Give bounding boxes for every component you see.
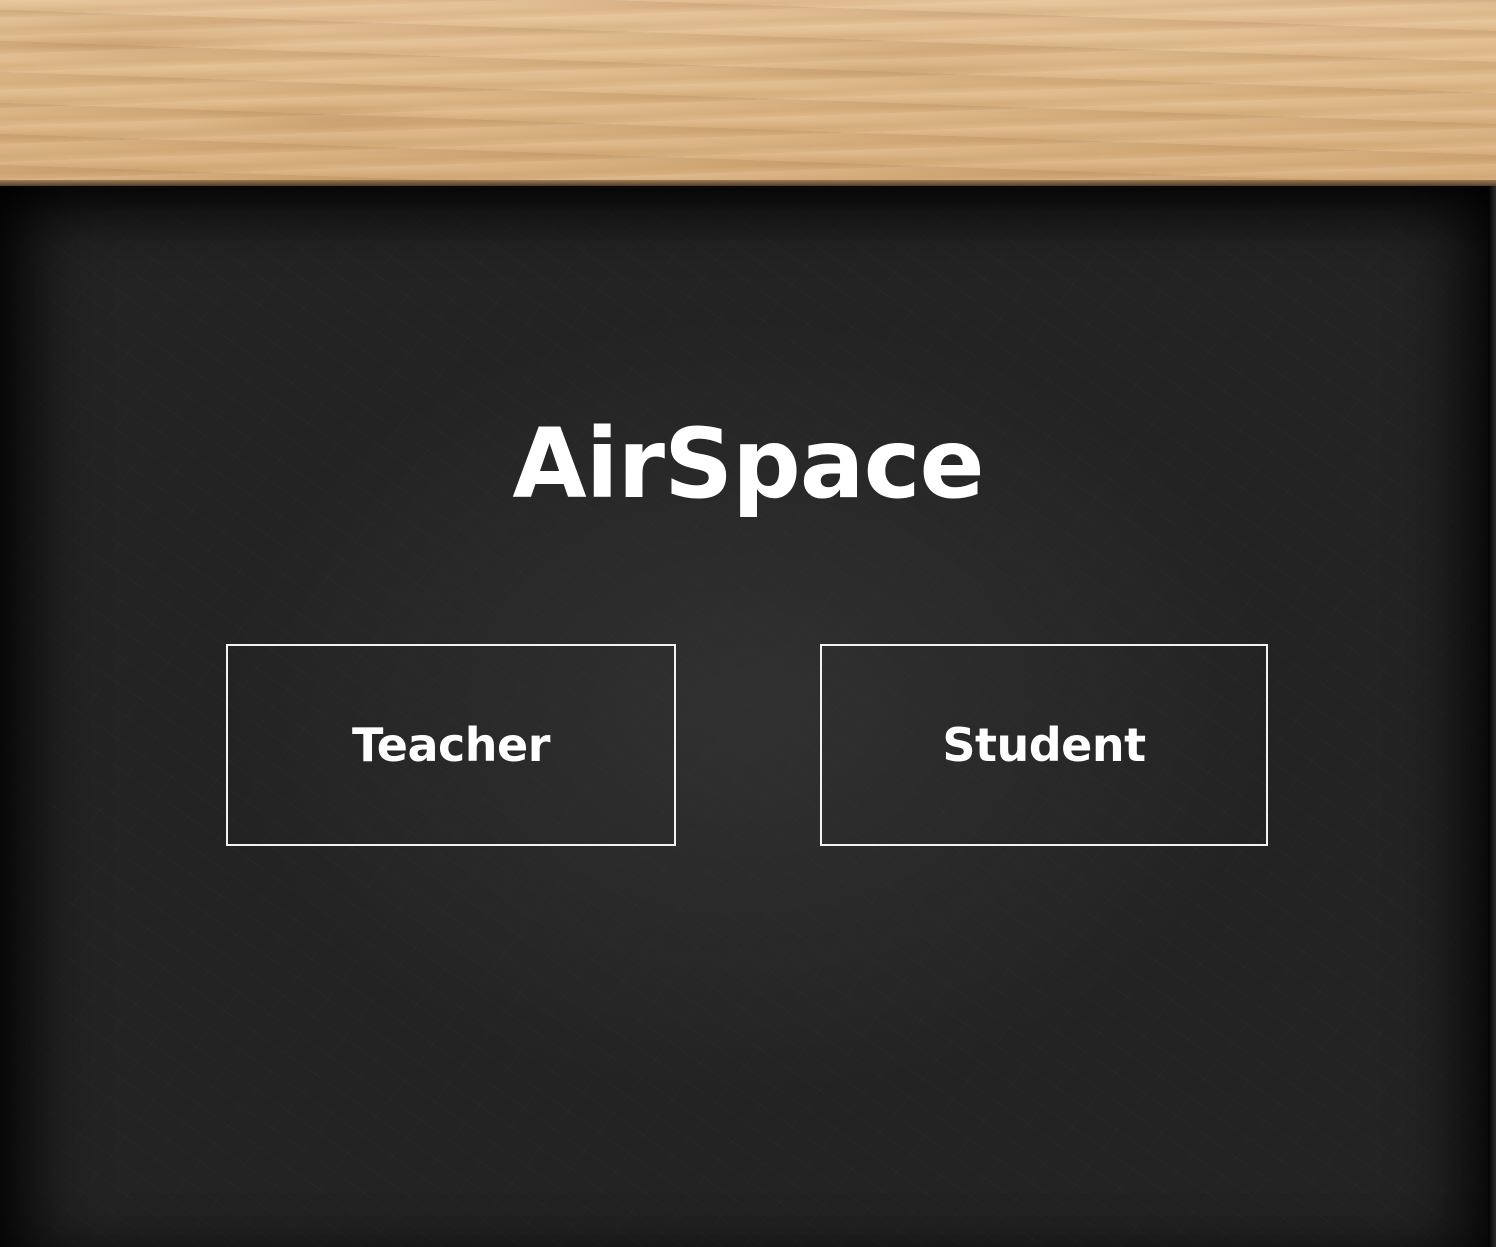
student-button[interactable]: Student xyxy=(820,644,1268,846)
teacher-button[interactable]: Teacher xyxy=(226,644,676,846)
student-button-label: Student xyxy=(942,718,1146,772)
frame-right-edge xyxy=(1488,186,1496,1247)
chalkboard-background xyxy=(0,186,1496,1247)
wooden-frame-top xyxy=(0,0,1496,186)
app-title: AirSpace xyxy=(512,408,984,520)
teacher-button-label: Teacher xyxy=(352,718,550,772)
page: AirSpace Teacher Student xyxy=(0,0,1496,1247)
